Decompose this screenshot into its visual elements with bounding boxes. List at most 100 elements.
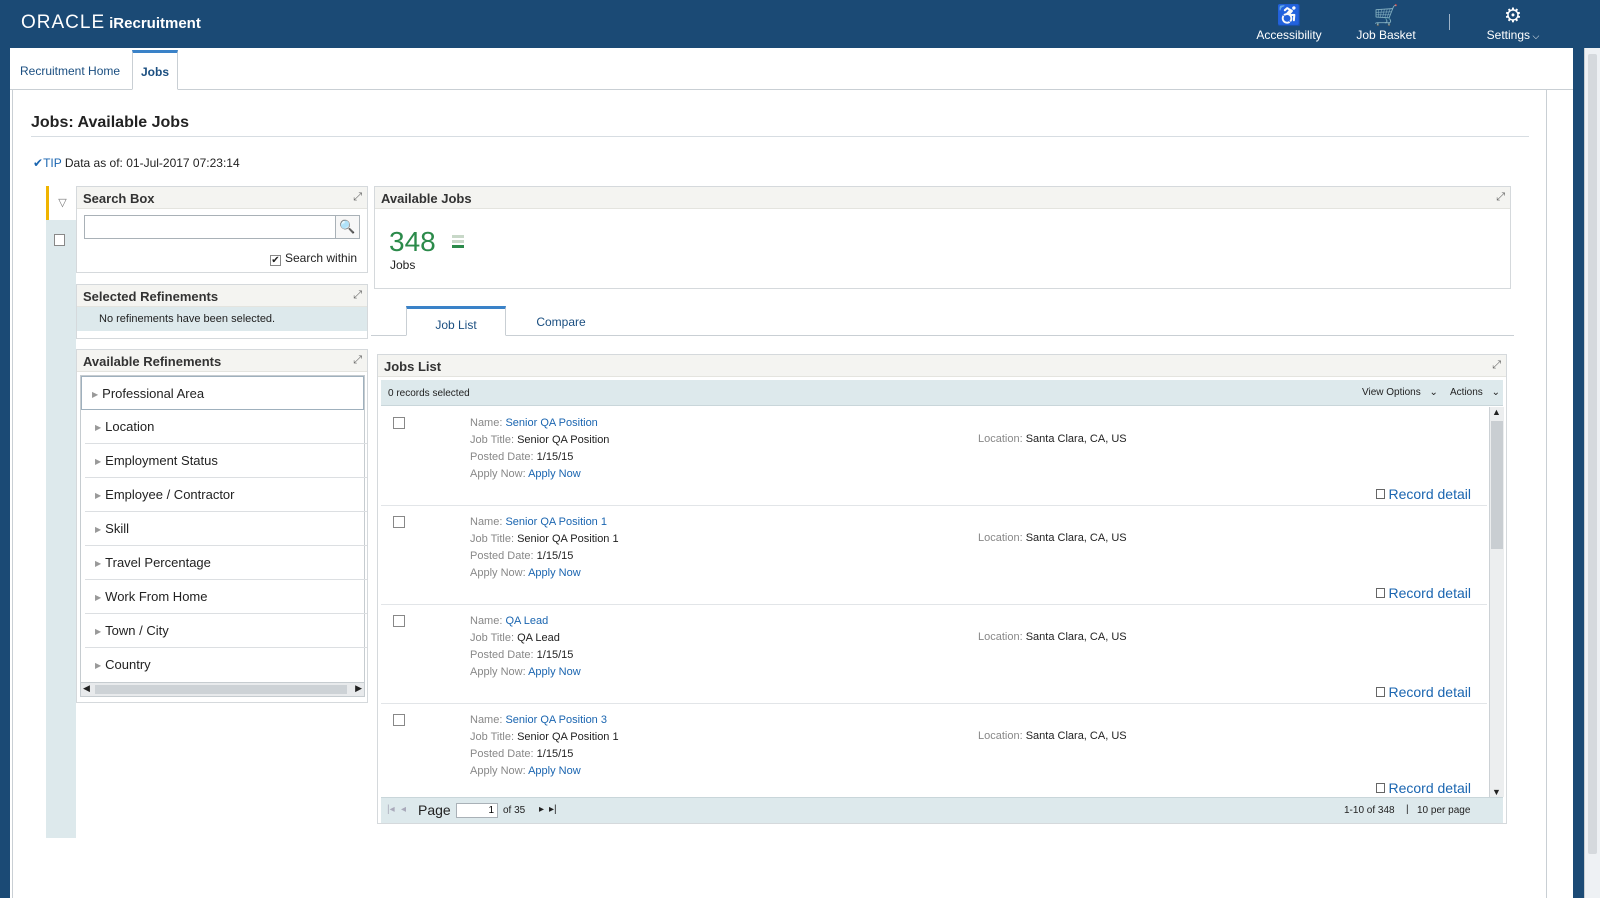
search-box-panel: Search Box ⤢ 🔍 ✔ Search within (76, 186, 368, 273)
records-container: Name: Senior QA Position Job Title: Seni… (381, 407, 1489, 797)
job-name-link[interactable]: Senior QA Position 3 (505, 714, 607, 726)
last-page-icon[interactable]: ▸| (549, 804, 557, 815)
scroll-right-icon[interactable]: ▶ (355, 683, 362, 694)
expand-icon[interactable]: ⤢ (353, 354, 362, 367)
job-basket-label: Job Basket (1356, 28, 1416, 42)
refinement-item[interactable]: ▶ Work From Home (85, 580, 367, 614)
logo-product: iRecruitment (109, 15, 201, 32)
location-value: Santa Clara, CA, US (1025, 730, 1127, 742)
jobs-list-toolbar: 0 records selected View Options ⌄ Action… (381, 380, 1503, 406)
apply-now-link[interactable]: Apply Now (528, 765, 581, 777)
tab-recruitment-home[interactable]: Recruitment Home (20, 64, 120, 78)
document-icon (1375, 489, 1385, 499)
settings-button[interactable]: ⚙ Settings ⌵ (1480, 4, 1546, 42)
check-icon: ✔ (33, 156, 44, 170)
scrollbar-thumb[interactable] (95, 685, 347, 694)
caret-right-icon: ▶ (95, 457, 102, 466)
search-within-checkbox[interactable]: ✔ Search within (270, 251, 357, 266)
search-box-header: Search Box ⤢ (77, 187, 367, 209)
job-name-link[interactable]: QA Lead (505, 615, 548, 627)
accessibility-button[interactable]: ♿ Accessibility (1252, 4, 1326, 42)
scrollbar-thumb[interactable] (1491, 421, 1503, 549)
record-detail-link[interactable]: Record detail (1375, 780, 1471, 796)
tip-label: TIP (43, 156, 62, 170)
job-record: Name: Senior QA Position 3 Job Title: Se… (381, 704, 1487, 797)
record-detail-link[interactable]: Record detail (1375, 486, 1471, 502)
page-number-input[interactable] (456, 803, 498, 818)
page-title: Jobs: Available Jobs (31, 114, 189, 131)
search-icon: 🔍 (339, 219, 356, 234)
per-page-text: 10 per page (1417, 805, 1471, 816)
range-text: 1-10 of 348 (1344, 805, 1395, 816)
oracle-logo: ORACLE iRecruitment (21, 12, 201, 34)
search-button[interactable]: 🔍 (335, 215, 360, 239)
header-divider (1449, 14, 1450, 30)
job-title-value: Senior QA Position 1 (517, 533, 619, 545)
job-name-link[interactable]: Senior QA Position 1 (505, 516, 607, 528)
pager-divider: | (1406, 804, 1409, 815)
caret-right-icon: ▶ (92, 390, 99, 399)
row-checkbox[interactable] (393, 516, 405, 528)
refinement-item[interactable]: ▶ Location (85, 410, 367, 444)
refinement-item[interactable]: ▶ Skill (85, 512, 367, 546)
apply-now-link[interactable]: Apply Now (528, 567, 581, 579)
posted-date-value: 1/15/15 (536, 550, 574, 562)
checkbox-checked-icon: ✔ (270, 255, 281, 266)
refinement-item[interactable]: ▶ Country (85, 648, 367, 682)
search-input[interactable] (84, 215, 336, 239)
expand-icon[interactable]: ⤢ (1492, 359, 1501, 372)
filter-rail-button[interactable]: ▽ (46, 186, 76, 220)
bookmark-rail-button[interactable] (54, 234, 65, 246)
scroll-down-icon[interactable]: ▼ (1492, 787, 1501, 797)
row-checkbox[interactable] (393, 714, 405, 726)
record-detail-link[interactable]: Record detail (1375, 684, 1471, 700)
available-refinements-header: Available Refinements ⤢ (77, 350, 367, 372)
available-refinements-panel: Available Refinements ⤢ ▶ Professional Ar… (76, 349, 368, 703)
row-checkbox[interactable] (393, 417, 405, 429)
job-record: Name: Senior QA Position Job Title: Seni… (381, 407, 1487, 506)
apply-now-link[interactable]: Apply Now (528, 468, 581, 480)
view-options-menu[interactable]: View Options ⌄ (1362, 387, 1438, 398)
refinement-item[interactable]: ▶ Employee / Contractor (85, 478, 367, 512)
cart-icon: 🛒 (1373, 5, 1399, 27)
scroll-left-icon[interactable]: ◀ (83, 683, 90, 694)
expand-icon[interactable]: ⤢ (353, 191, 362, 204)
first-page-icon[interactable]: |◂ (387, 804, 395, 815)
expand-icon[interactable]: ⤢ (353, 289, 362, 302)
refinement-item[interactable]: ▶ Professional Area (81, 376, 364, 410)
jobs-count-label: Jobs (390, 258, 416, 272)
list-scrollbar[interactable]: ▲ ▼ (1489, 407, 1504, 797)
tab-jobs[interactable]: Jobs (132, 50, 178, 90)
location-value: Santa Clara, CA, US (1025, 433, 1127, 445)
job-name-link[interactable]: Senior QA Position (505, 417, 597, 429)
refinement-item[interactable]: ▶ Town / City (85, 614, 367, 648)
caret-right-icon: ▶ (95, 593, 102, 602)
bar-icon (452, 235, 464, 251)
next-page-icon[interactable]: ▸ (539, 804, 544, 815)
accessibility-label: Accessibility (1256, 28, 1322, 42)
page-scrollbar[interactable] (1584, 48, 1600, 898)
actions-menu[interactable]: Actions ⌄ (1450, 387, 1500, 398)
page-of-text: of 35 (503, 805, 526, 816)
apply-now-link[interactable]: Apply Now (528, 666, 581, 678)
gear-icon: ⚙ (1504, 5, 1522, 27)
available-jobs-header: Available Jobs ⤢ (375, 187, 1510, 209)
record-detail-link[interactable]: Record detail (1375, 585, 1471, 601)
search-within-label: Search within (285, 251, 358, 265)
top-tab-bar: Recruitment Home Jobs (10, 48, 1573, 90)
job-title-value: Senior QA Position 1 (517, 731, 619, 743)
refinement-item[interactable]: ▶ Employment Status (85, 444, 367, 478)
tab-compare[interactable]: Compare (521, 306, 601, 334)
scrollbar-thumb[interactable] (1588, 54, 1597, 854)
horizontal-scrollbar[interactable]: ◀ ▶ (81, 682, 364, 696)
document-icon (1375, 588, 1385, 598)
prev-page-icon[interactable]: ◂ (401, 804, 406, 815)
row-checkbox[interactable] (393, 615, 405, 627)
jobs-count: 348 (389, 226, 436, 257)
tab-job-list[interactable]: Job List (406, 306, 506, 336)
scroll-up-icon[interactable]: ▲ (1492, 407, 1501, 417)
job-basket-button[interactable]: 🛒 Job Basket (1350, 4, 1422, 42)
expand-icon[interactable]: ⤢ (1496, 191, 1505, 204)
refinement-item[interactable]: ▶ Travel Percentage (85, 546, 367, 580)
selected-refinements-panel: Selected Refinements ⤢ No refinements ha… (76, 284, 368, 339)
